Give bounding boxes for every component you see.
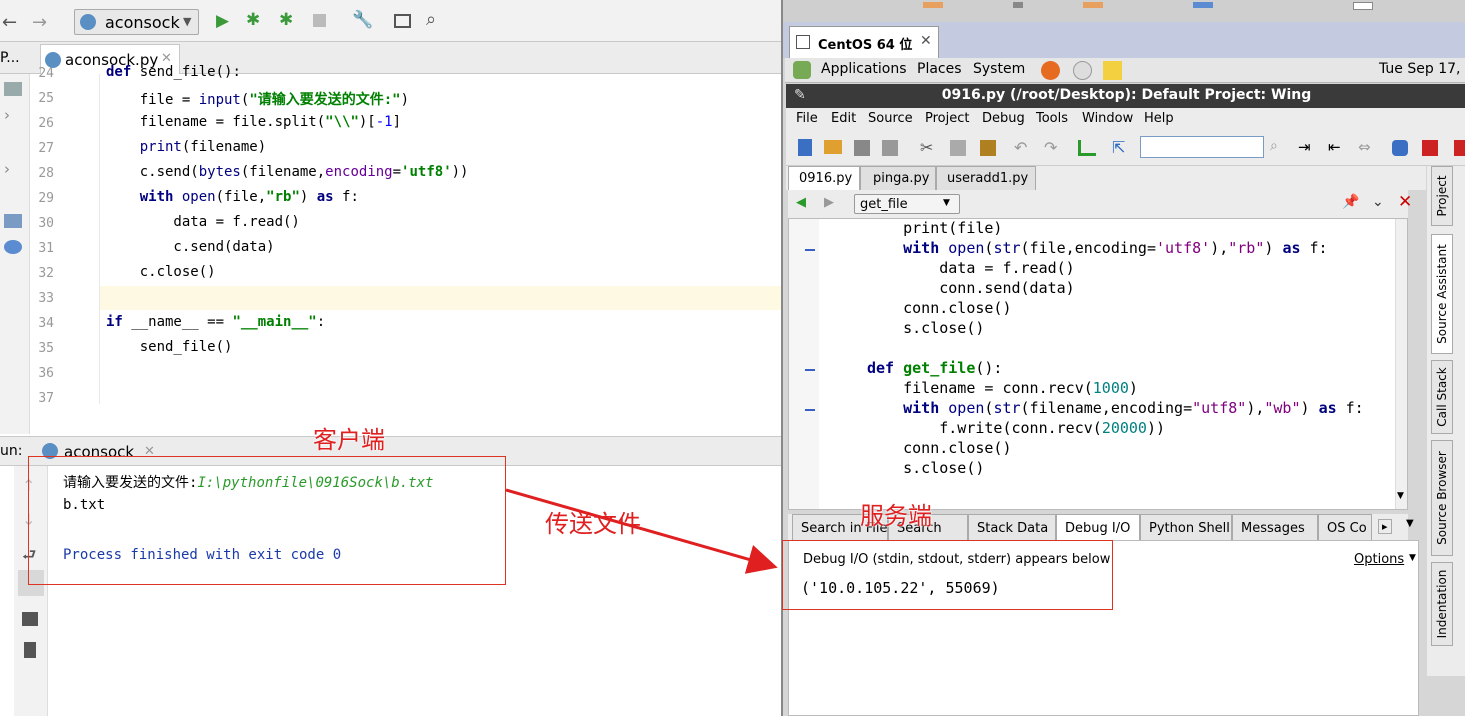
transfer-arrow: [505, 488, 778, 574]
arrow-overlay: [505, 488, 778, 574]
